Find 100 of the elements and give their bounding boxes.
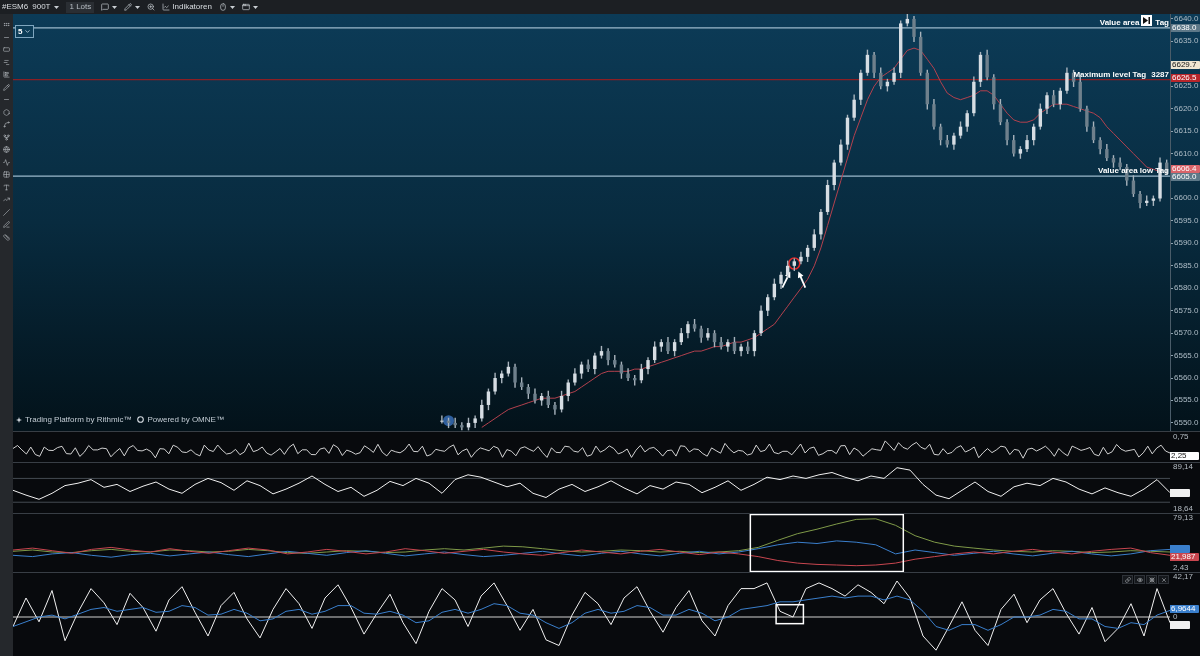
axis-label: 6550.0 <box>1174 418 1199 427</box>
comment-icon[interactable] <box>101 3 110 11</box>
shrink-icon <box>1148 576 1155 583</box>
globe-icon[interactable] <box>3 146 10 153</box>
link-icon <box>1124 576 1131 583</box>
axis-label: 6585.0 <box>1174 261 1199 270</box>
grip-icon[interactable] <box>3 21 10 28</box>
trend-line-icon[interactable] <box>3 196 10 203</box>
branding-text: Trading Platform by Rithmic™ <box>25 415 132 424</box>
line-chart-icon <box>162 3 171 11</box>
axis-label: 6625.0 <box>1174 82 1199 91</box>
ruler-icon[interactable] <box>3 233 10 241</box>
level-label: Value area <box>1099 17 1140 27</box>
candlestick <box>453 417 457 429</box>
caret-icon[interactable] <box>252 5 258 9</box>
axis-label: 18,64 <box>1173 505 1194 513</box>
caret-icon[interactable] <box>54 5 60 9</box>
candlestick <box>932 99 936 130</box>
bars-icon[interactable] <box>3 58 10 66</box>
instrument-selector[interactable]: #ESM6 900T <box>2 1 60 13</box>
candlestick <box>799 251 803 265</box>
axis-label: 2,43 <box>1173 564 1189 572</box>
value-tag: 2,25 <box>1170 452 1199 460</box>
axis-label: 6635.0 <box>1174 37 1199 46</box>
value-tag: 6629.7 <box>1171 60 1200 69</box>
text-icon[interactable] <box>3 183 10 191</box>
value-tag: 21,987 <box>1170 553 1199 562</box>
axis-label: 6570.0 <box>1174 329 1199 338</box>
level-label: 3287 <box>1151 69 1169 79</box>
candlestick <box>739 343 743 357</box>
window-icon[interactable] <box>241 3 250 11</box>
slash-icon[interactable] <box>3 208 10 216</box>
curve-icon[interactable] <box>3 121 10 128</box>
pen-icon[interactable] <box>3 221 10 228</box>
axis-label: 6575.0 <box>1174 306 1199 315</box>
wave-icon[interactable] <box>3 158 10 166</box>
value-tag: 6,9644 <box>1170 605 1199 613</box>
caret-icon[interactable] <box>229 5 235 9</box>
hexagon-icon[interactable] <box>3 108 10 116</box>
value-tag: 6626.5 <box>1171 74 1200 83</box>
visibility-button[interactable] <box>1134 575 1145 584</box>
candlestick <box>759 305 763 337</box>
axis-label: 6595.0 <box>1174 216 1199 225</box>
candlestick <box>593 352 597 375</box>
arrow <box>797 271 807 289</box>
candlestick <box>719 336 723 350</box>
value-tag: 6638.0 <box>1171 23 1200 32</box>
sparkle-icon <box>16 416 22 423</box>
value-tag: 6605.0 <box>1171 173 1200 182</box>
candlestick <box>812 229 816 251</box>
candlestick <box>553 402 557 415</box>
axis-label: 0 <box>1173 613 1178 621</box>
zoom-icon[interactable] <box>147 3 156 11</box>
candlestick <box>726 339 730 352</box>
candlestick <box>493 372 497 395</box>
caret-icon[interactable] <box>112 5 118 9</box>
level-label: Tag <box>1155 17 1169 27</box>
candlestick <box>1118 157 1122 171</box>
axis-label: 6555.0 <box>1174 396 1199 405</box>
level-label: Maximum level Tag <box>1073 69 1147 79</box>
horizontal-line-icon[interactable] <box>3 96 10 103</box>
candlestick <box>513 363 517 388</box>
candlestick <box>766 294 770 316</box>
close-icon <box>1160 576 1167 583</box>
candlestick <box>1065 67 1069 94</box>
link-button[interactable] <box>1122 575 1133 584</box>
jump-to-end-button[interactable] <box>1141 15 1152 26</box>
candlestick <box>440 415 444 424</box>
candlestick <box>586 359 590 372</box>
axis-label: 6600.0 <box>1174 194 1199 203</box>
close-button[interactable] <box>1158 575 1169 584</box>
skip-to-end-icon <box>1143 17 1150 24</box>
candlestick <box>1012 134 1016 157</box>
ring-icon <box>137 416 145 423</box>
candlestick <box>486 388 491 411</box>
axis-label: 89,14 <box>1173 463 1194 471</box>
bar-chart-icon[interactable] <box>3 71 10 78</box>
pencil-icon[interactable] <box>3 83 10 91</box>
axis-label: 6590.0 <box>1174 239 1199 248</box>
caret-icon[interactable] <box>135 5 141 9</box>
axis-label: 42,17 <box>1173 573 1194 581</box>
axis-label: 79,13 <box>1173 514 1194 522</box>
collapse-button[interactable] <box>1146 575 1157 584</box>
axis-label: 6610.0 <box>1174 149 1199 158</box>
value-tag: 6606.4 <box>1171 165 1200 174</box>
candlestick <box>1045 92 1049 114</box>
indicators-button[interactable]: Indikatoren <box>162 1 212 13</box>
candlestick <box>473 415 477 429</box>
grid-icon[interactable] <box>3 171 10 178</box>
axis-label: 6620.0 <box>1174 104 1199 113</box>
axis-label: 6640.0 <box>1174 14 1199 23</box>
pencil-icon[interactable] <box>124 3 133 11</box>
axis-label: 0,75 <box>1173 433 1189 441</box>
candlestick <box>839 139 843 166</box>
quantity-field[interactable]: 1 Lots <box>66 1 95 13</box>
fork-icon[interactable] <box>3 133 10 141</box>
branding-text: Powered by OMNE™ <box>147 415 224 424</box>
period-dropdown[interactable]: 5 <box>15 25 35 38</box>
mouse-icon[interactable] <box>218 3 227 11</box>
candlestick <box>965 110 969 132</box>
